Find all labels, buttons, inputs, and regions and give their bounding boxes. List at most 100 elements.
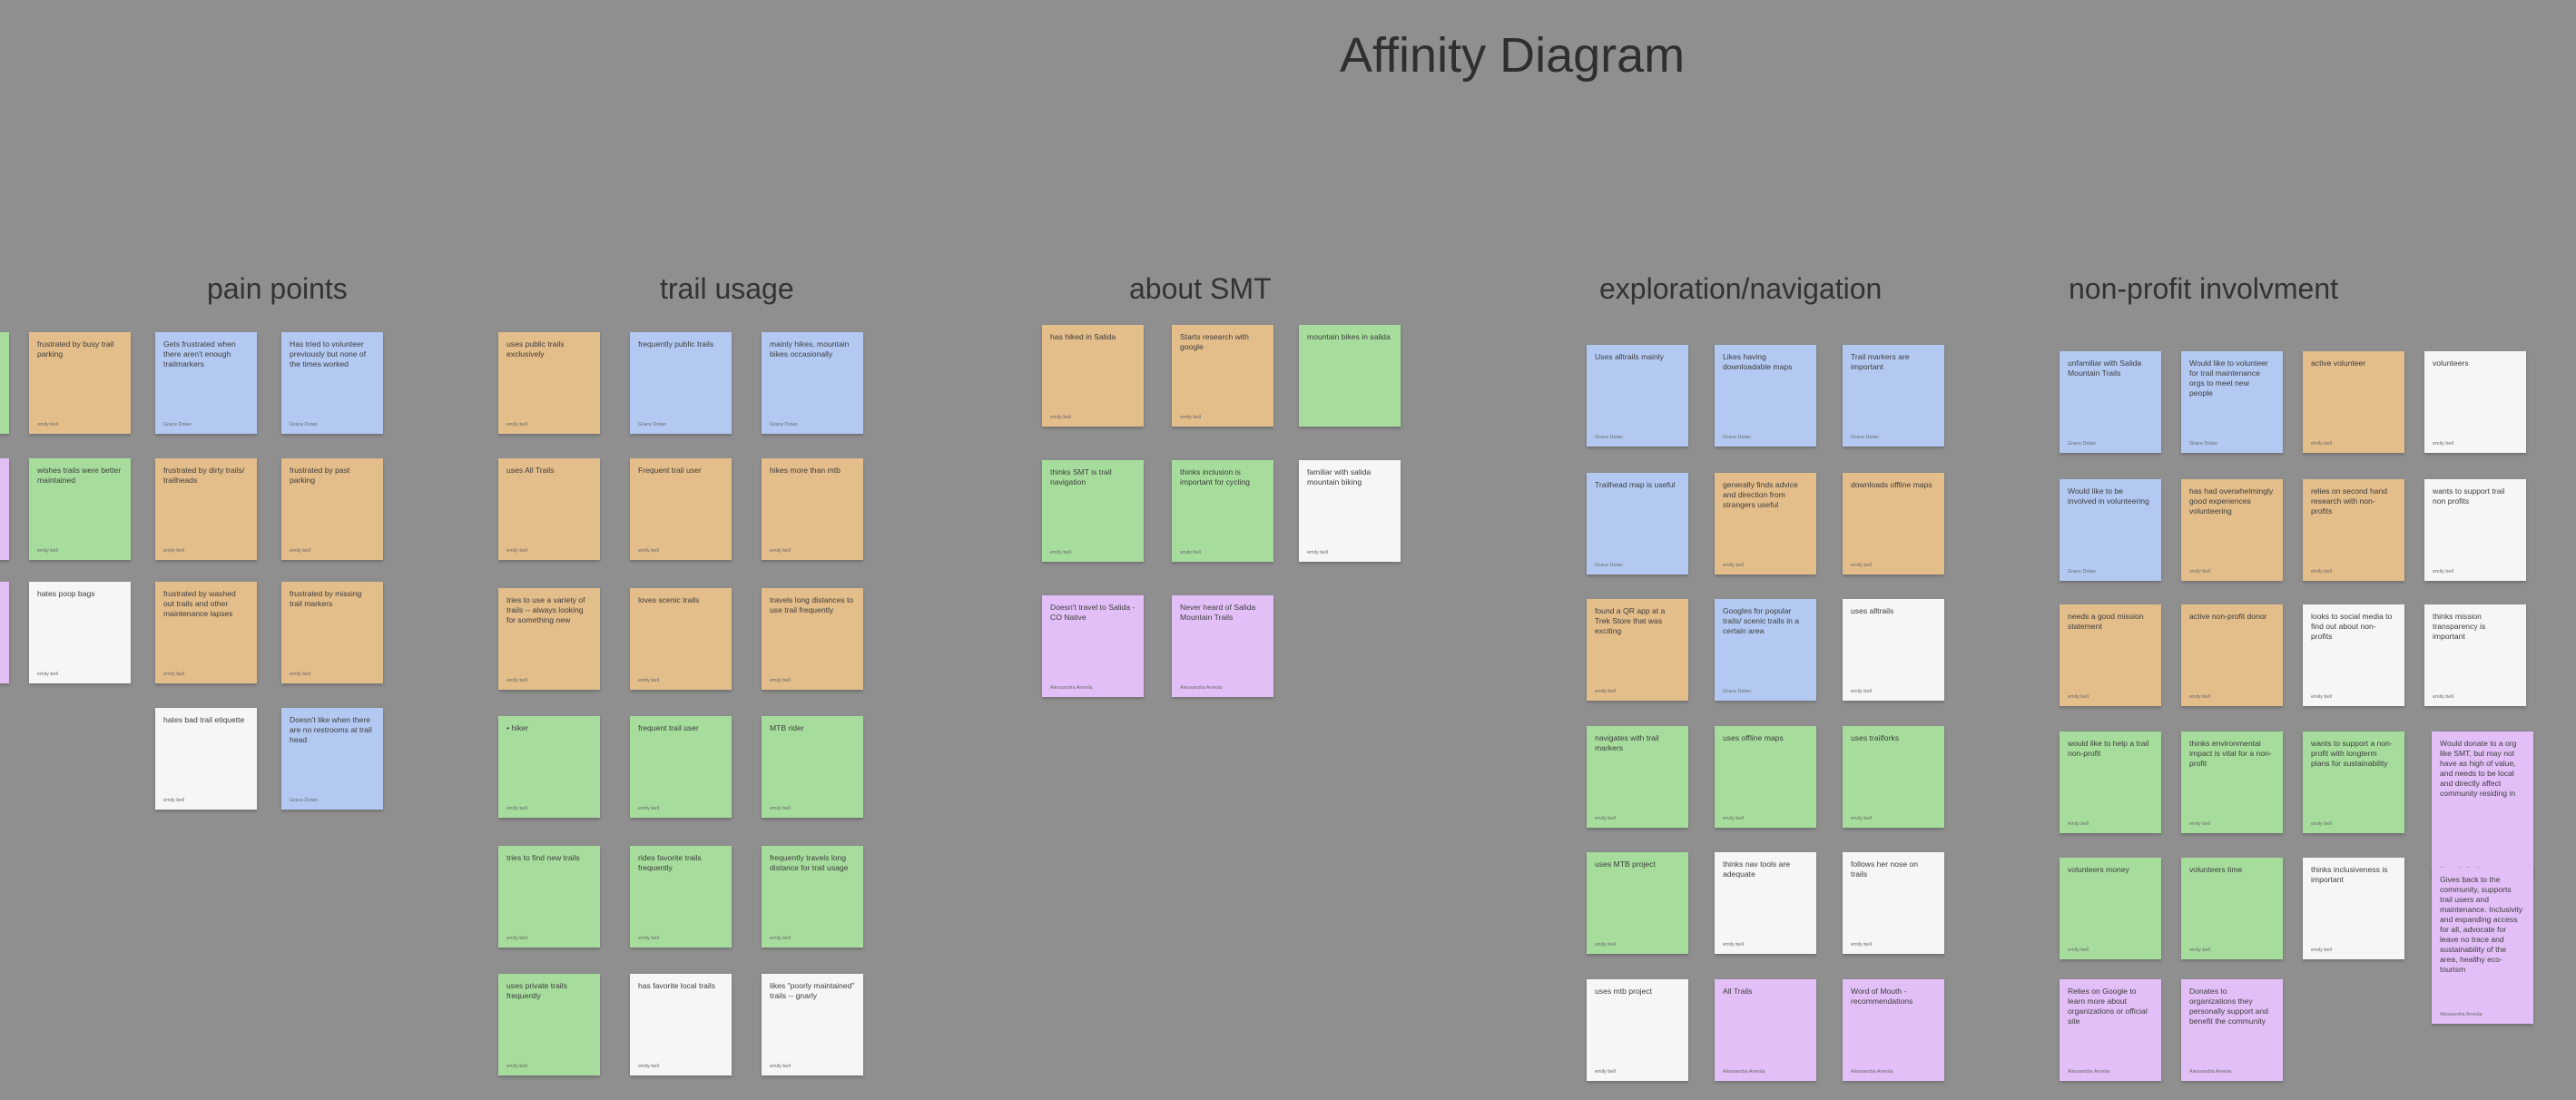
sticky-note[interactable]: frustrated by past parking emily bell bbox=[281, 458, 383, 560]
sticky-note[interactable]: generally finds advice and direction fro… bbox=[1715, 473, 1816, 575]
sticky-note[interactable]: Donates to organizations they personally… bbox=[2181, 979, 2283, 1081]
sticky-note[interactable]: frustrated by dirty trails/ trailheads em… bbox=[155, 458, 257, 560]
sticky-note[interactable]: has favorite local trails emily bell bbox=[630, 974, 732, 1075]
note-text: relies on second hand research with non-… bbox=[2311, 486, 2388, 516]
note-text: wishes trails were better maintained bbox=[37, 466, 122, 485]
note-author: emily bell bbox=[770, 548, 791, 554]
sticky-note[interactable]: has hiked in Salida emily bell bbox=[1042, 325, 1144, 427]
sticky-note[interactable]: volunteers money emily bell bbox=[2060, 858, 2161, 959]
cluster-title: non-profit involvment bbox=[2069, 272, 2339, 305]
sticky-note[interactable]: tries to find new trails emily bell bbox=[498, 846, 600, 948]
sticky-note[interactable]: familiar with salida mountain biking emil… bbox=[1299, 460, 1401, 562]
sticky-note[interactable]: wants to support trail non profits emily … bbox=[2424, 479, 2526, 581]
sticky-note[interactable]: frustrated by missing trail markers emily… bbox=[281, 582, 383, 683]
sticky-note[interactable]: Gives back to the community, supports tr… bbox=[2432, 868, 2533, 1024]
sticky-note[interactable]: uses offline maps emily bell bbox=[1715, 726, 1816, 828]
note-author: emily bell bbox=[638, 548, 659, 554]
sticky-note[interactable]: active volunteer emily bell bbox=[2303, 351, 2404, 453]
sticky-note[interactable]: travels long distances to use trail freq… bbox=[762, 588, 863, 690]
sticky-note[interactable]: volunteers time emily bell bbox=[2181, 858, 2283, 959]
sticky-note[interactable]: wishes trails were better maintained emil… bbox=[29, 458, 131, 560]
sticky-note[interactable]: loves scenic trails emily bell bbox=[630, 588, 732, 690]
note-text: thinks SMT is trail navigation bbox=[1050, 467, 1112, 486]
sticky-note[interactable]: would like to help a trail non-profit emi… bbox=[2060, 732, 2161, 833]
sticky-note[interactable]: • hiker emily bell bbox=[498, 716, 600, 818]
sticky-note[interactable]: Starts research with google emily bell bbox=[1172, 325, 1273, 427]
sticky-note[interactable]: Gets frustrated when there aren't enough… bbox=[155, 332, 257, 434]
sticky-note[interactable]: uses MTB project emily bell bbox=[1587, 852, 1688, 954]
sticky-note[interactable]: Googles for popular trails/ scenic trail… bbox=[1715, 599, 1816, 701]
sticky-note[interactable]: frustrated by washed out trails and othe… bbox=[155, 582, 257, 683]
sticky-note[interactable]: All Trails Alessandra Arreola bbox=[1715, 979, 1816, 1081]
sticky-note[interactable]: mountain bikes in salida bbox=[1299, 325, 1401, 427]
sticky-note[interactable]: Would donate to a org like SMT, but may … bbox=[2432, 732, 2533, 879]
note-author: emily bell bbox=[2189, 821, 2210, 827]
sticky-note[interactable]: Relies on Google to learn more about org… bbox=[2060, 979, 2161, 1081]
sticky-note[interactable]: uses All Trails emily bell bbox=[498, 458, 600, 560]
sticky-note[interactable]: MTB rider emily bell bbox=[762, 716, 863, 818]
note-text: thinks inclusiveness is important bbox=[2311, 865, 2388, 884]
note-author: emily bell bbox=[1723, 563, 1744, 568]
sticky-note[interactable]: hikes more than mtb emily bell bbox=[762, 458, 863, 560]
sticky-note[interactable]: Trail markers are important Grace Dolan bbox=[1843, 345, 1944, 447]
sticky-note[interactable]: uses public trails exclusively emily bell bbox=[498, 332, 600, 434]
sticky-note[interactable]: found a QR app at a Trek Store that was … bbox=[1587, 599, 1688, 701]
sticky-note[interactable]: thinks environmental impact is vital for… bbox=[2181, 732, 2283, 833]
sticky-note[interactable]: uses trailforks emily bell bbox=[1843, 726, 1944, 828]
sticky-note[interactable]: volunteers emily bell bbox=[2424, 351, 2526, 453]
note-text: active non-profit donor bbox=[2189, 612, 2267, 621]
sticky-note[interactable]: thinks SMT is trail navigation emily bell bbox=[1042, 460, 1144, 562]
sticky-note[interactable]: needs a good mission statement emily bell bbox=[2060, 604, 2161, 706]
whiteboard-canvas: Affinity Diagram pain points frustrated b… bbox=[0, 0, 2576, 1100]
sticky-note[interactable]: active non-profit donor emily bell bbox=[2181, 604, 2283, 706]
sticky-note[interactable]: Doesn't travel to Salida - CO Native Ales… bbox=[1042, 595, 1144, 697]
sticky-note[interactable]: mainly hikes, mountain bikes occasionall… bbox=[762, 332, 863, 434]
note-author: emily bell bbox=[506, 806, 527, 811]
sticky-note[interactable]: looks to social media to find out about … bbox=[2303, 604, 2404, 706]
sticky-note[interactable] bbox=[0, 332, 9, 434]
sticky-note[interactable]: thinks inclusiveness is important emily b… bbox=[2303, 858, 2404, 959]
sticky-note[interactable]: unfamiliar with Salida Mountain Trails Gr… bbox=[2060, 351, 2161, 453]
sticky-note[interactable]: has had overwhelmingly good experiences … bbox=[2181, 479, 2283, 581]
sticky-note[interactable]: uses mtb project emily bell bbox=[1587, 979, 1688, 1081]
note-author: emily bell bbox=[638, 806, 659, 811]
sticky-note[interactable]: Would like to volunteer for trail mainte… bbox=[2181, 351, 2283, 453]
sticky-note[interactable]: uses private trails frequently emily bell bbox=[498, 974, 600, 1075]
sticky-note[interactable]: Would like to be involved in volunteerin… bbox=[2060, 479, 2161, 581]
sticky-note[interactable]: hates bad trail etiquette emily bell bbox=[155, 708, 257, 810]
sticky-note[interactable]: Never heard of Salida Mountain Trails Ale… bbox=[1172, 595, 1273, 697]
sticky-note[interactable]: thinks nav tools are adequate emily bell bbox=[1715, 852, 1816, 954]
sticky-note[interactable]: Uses alltrails mainly Grace Dolan bbox=[1587, 345, 1688, 447]
sticky-note[interactable] bbox=[0, 458, 9, 560]
note-author: emily bell bbox=[1050, 415, 1071, 420]
sticky-note[interactable]: rides favorite trails frequently emily be… bbox=[630, 846, 732, 948]
sticky-note[interactable]: relies on second hand research with non-… bbox=[2303, 479, 2404, 581]
sticky-note[interactable]: frequently public trails Grace Dolan bbox=[630, 332, 732, 434]
cluster-title: trail usage bbox=[660, 272, 794, 305]
sticky-note[interactable]: Has tried to volunteer previously but no… bbox=[281, 332, 383, 434]
sticky-note[interactable]: hates poop bags emily bell bbox=[29, 582, 131, 683]
sticky-note[interactable]: frequently travels long distance for tra… bbox=[762, 846, 863, 948]
sticky-note[interactable]: follows her nose on trails emily bell bbox=[1843, 852, 1944, 954]
sticky-note[interactable]: Trailhead map is useful Grace Dolan bbox=[1587, 473, 1688, 575]
sticky-note[interactable]: downloads offline maps emily bell bbox=[1843, 473, 1944, 575]
sticky-note[interactable]: thinks inclusion is important for cyclin… bbox=[1172, 460, 1273, 562]
sticky-note[interactable]: Frequent trail user emily bell bbox=[630, 458, 732, 560]
sticky-note[interactable]: tries to use a variety of trails -- alwa… bbox=[498, 588, 600, 690]
sticky-note[interactable]: uses alltrails emily bell bbox=[1843, 599, 1944, 701]
sticky-note[interactable]: Doesn't like when there are no restrooms… bbox=[281, 708, 383, 810]
sticky-note[interactable]: frequent trail user emily bell bbox=[630, 716, 732, 818]
sticky-note[interactable]: navigates with trail markers emily bell bbox=[1587, 726, 1688, 828]
diagram-title: Affinity Diagram bbox=[1340, 28, 1686, 83]
sticky-note[interactable]: wants to support a non-profit with longt… bbox=[2303, 732, 2404, 833]
note-author: Alessandra Arreola bbox=[1851, 1069, 1893, 1075]
note-author: emily bell bbox=[1851, 816, 1872, 821]
sticky-note[interactable]: Likes having downloadable maps Grace Dola… bbox=[1715, 345, 1816, 447]
sticky-note[interactable]: likes "poorly maintained" trails -- gnar… bbox=[762, 974, 863, 1075]
sticky-note[interactable]: Word of Mouth - recommendations Alessandr… bbox=[1843, 979, 1944, 1081]
sticky-note[interactable]: frustrated by busy trail parking emily be… bbox=[29, 332, 131, 434]
sticky-note[interactable]: thinks mission transparency is important… bbox=[2424, 604, 2526, 706]
note-text: Likes having downloadable maps bbox=[1723, 352, 1793, 371]
sticky-note[interactable] bbox=[0, 582, 9, 683]
note-author: emily bell bbox=[638, 936, 659, 941]
